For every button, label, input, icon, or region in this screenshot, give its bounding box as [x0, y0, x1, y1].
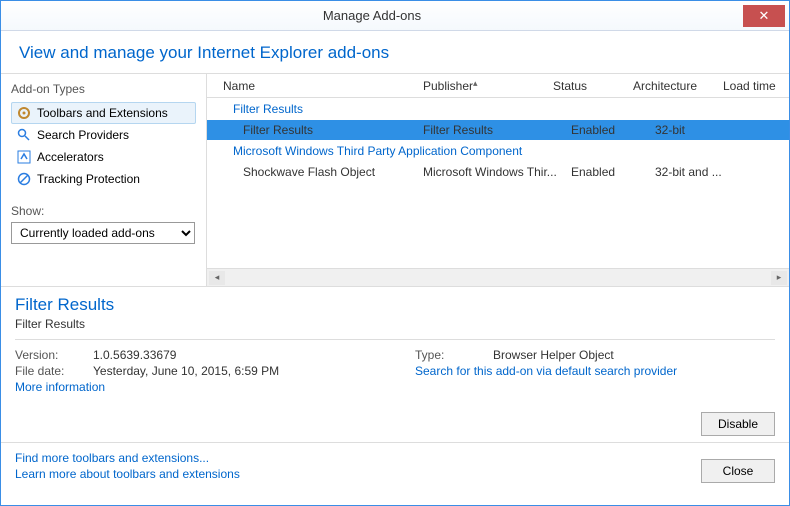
block-icon [17, 172, 31, 186]
sidebar-item-label: Accelerators [37, 150, 104, 164]
col-load[interactable]: Load time [723, 79, 783, 93]
window-title: Manage Add-ons [1, 8, 743, 23]
scroll-right-icon[interactable]: ▸ [771, 271, 787, 285]
sidebar-item-tracking[interactable]: Tracking Protection [11, 168, 196, 190]
cell-arch: 32-bit [655, 123, 745, 137]
search-icon [17, 128, 31, 142]
sidebar-item-accelerators[interactable]: Accelerators [11, 146, 196, 168]
gear-icon [17, 106, 31, 120]
cell-status: Enabled [571, 123, 655, 137]
show-select[interactable]: Currently loaded add-ons [11, 222, 195, 244]
cell-status: Enabled [571, 165, 655, 179]
filedate-label: File date: [15, 364, 93, 378]
sidebar-item-label: Search Providers [37, 128, 129, 142]
sidebar: Add-on Types Toolbars and Extensions Sea… [1, 74, 207, 286]
scrollbar-horizontal[interactable]: ◂ ▸ [207, 268, 789, 286]
sidebar-item-label: Tracking Protection [37, 172, 140, 186]
type-value: Browser Helper Object [493, 348, 614, 362]
col-status[interactable]: Status [553, 79, 633, 93]
table-row[interactable]: Filter Results Filter Results Enabled 32… [207, 120, 789, 140]
footer: Find more toolbars and extensions... Lea… [1, 442, 789, 493]
version-label: Version: [15, 348, 93, 362]
col-name[interactable]: Name [223, 79, 423, 93]
cell-arch: 32-bit and ... [655, 165, 745, 179]
group-header[interactable]: Microsoft Windows Third Party Applicatio… [207, 140, 789, 162]
learn-more-link[interactable]: Learn more about toolbars and extensions [15, 467, 695, 481]
more-info-link[interactable]: More information [15, 380, 375, 394]
version-value: 1.0.5639.33679 [93, 348, 176, 362]
scroll-left-icon[interactable]: ◂ [209, 271, 225, 285]
details-title: Filter Results [15, 295, 775, 315]
main: Add-on Types Toolbars and Extensions Sea… [1, 74, 789, 286]
show-label: Show: [11, 204, 196, 218]
titlebar: Manage Add-ons ✕ [1, 1, 789, 31]
divider [15, 339, 775, 340]
sort-arrow-icon: ▴ [473, 78, 478, 89]
cell-publisher: Filter Results [423, 123, 571, 137]
header-title: View and manage your Internet Explorer a… [19, 43, 771, 63]
details-panel: Filter Results Filter Results Version: 1… [1, 286, 789, 442]
group-header[interactable]: Filter Results [207, 98, 789, 120]
sidebar-item-label: Toolbars and Extensions [37, 106, 168, 120]
filedate-value: Yesterday, June 10, 2015, 6:59 PM [93, 364, 279, 378]
sidebar-label: Add-on Types [11, 82, 196, 96]
content: Name Publisher▴ Status Architecture Load… [207, 74, 789, 286]
cell-name: Shockwave Flash Object [243, 165, 423, 179]
find-more-link[interactable]: Find more toolbars and extensions... [15, 451, 695, 465]
sidebar-item-search[interactable]: Search Providers [11, 124, 196, 146]
disable-button[interactable]: Disable [701, 412, 775, 436]
close-window-button[interactable]: ✕ [743, 5, 785, 27]
cell-name: Filter Results [243, 123, 423, 137]
col-publisher[interactable]: Publisher▴ [423, 79, 553, 93]
table-header: Name Publisher▴ Status Architecture Load… [207, 74, 789, 98]
search-addon-link[interactable]: Search for this add-on via default searc… [415, 364, 775, 378]
type-label: Type: [415, 348, 493, 362]
table-row[interactable]: Shockwave Flash Object Microsoft Windows… [207, 162, 789, 182]
col-arch[interactable]: Architecture [633, 79, 723, 93]
sidebar-item-toolbars[interactable]: Toolbars and Extensions [11, 102, 196, 124]
close-button[interactable]: Close [701, 459, 775, 483]
header: View and manage your Internet Explorer a… [1, 31, 789, 74]
cell-publisher: Microsoft Windows Thir... [423, 165, 571, 179]
details-subtitle: Filter Results [15, 317, 775, 331]
accelerator-icon [17, 150, 31, 164]
